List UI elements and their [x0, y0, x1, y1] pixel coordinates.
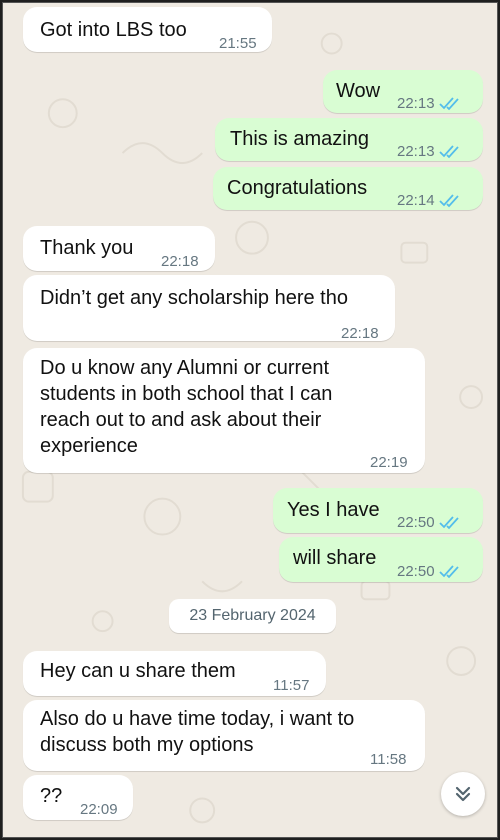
- incoming-message[interactable]: Got into LBS too 21:55: [23, 7, 272, 52]
- double-check-icon: [438, 516, 459, 530]
- scroll-down-button[interactable]: [441, 772, 485, 816]
- message-time: 11:57: [273, 677, 310, 694]
- message-time: 11:58: [370, 751, 407, 768]
- outgoing-message[interactable]: This is amazing 22:13: [215, 118, 483, 161]
- message-time: 22:19: [370, 454, 408, 471]
- message-text: Also do u have time today, i want to dis…: [40, 708, 355, 756]
- message-text: This is amazing: [230, 128, 369, 150]
- incoming-message[interactable]: Thank you 22:18: [23, 226, 215, 271]
- message-text: Yes I have: [287, 499, 380, 521]
- outgoing-message[interactable]: Wow 22:13: [323, 70, 483, 113]
- message-time: 22:50: [397, 559, 461, 585]
- message-time: 22:13: [397, 91, 461, 117]
- outgoing-message[interactable]: Yes I have 22:50: [273, 488, 483, 533]
- date-separator: 23 February 2024: [169, 599, 336, 633]
- message-text: Do u know any Alumni or current students…: [40, 357, 333, 457]
- incoming-message[interactable]: ?? 22:09: [23, 775, 133, 820]
- message-time: 22:50: [397, 510, 461, 536]
- double-check-icon: [438, 565, 459, 579]
- incoming-message[interactable]: Hey can u share them 11:57: [23, 651, 326, 696]
- message-time: 21:55: [219, 35, 257, 52]
- message-text: Hey can u share them: [40, 660, 236, 682]
- message-text: ??: [40, 785, 63, 807]
- message-text: Didn’t get any scholarship here tho: [40, 287, 348, 309]
- message-text: Congratulations: [227, 177, 368, 199]
- double-check-icon: [438, 194, 459, 208]
- outgoing-message[interactable]: will share 22:50: [279, 537, 483, 582]
- message-time: 22:14: [397, 188, 461, 214]
- incoming-message[interactable]: Didn’t get any scholarship here tho 22:1…: [23, 275, 395, 342]
- message-text: Wow: [336, 80, 381, 102]
- incoming-message[interactable]: Do u know any Alumni or current students…: [23, 348, 425, 473]
- double-check-icon: [438, 97, 459, 111]
- incoming-message[interactable]: Also do u have time today, i want to dis…: [23, 700, 425, 771]
- chat-area[interactable]: Got into LBS too 21:55 Wow 22:13 This is…: [2, 2, 498, 838]
- message-time: 22:09: [80, 801, 118, 818]
- message-text: Got into LBS too: [40, 19, 187, 41]
- message-text: Thank you: [40, 237, 134, 259]
- phone-frame: Got into LBS too 21:55 Wow 22:13 This is…: [0, 0, 500, 840]
- double-check-icon: [438, 145, 459, 159]
- message-time: 22:13: [397, 139, 461, 165]
- message-text: will share: [293, 547, 377, 569]
- double-chevron-down-icon: [455, 786, 471, 802]
- message-time: 22:18: [161, 253, 199, 270]
- outgoing-message[interactable]: Congratulations 22:14: [213, 167, 483, 210]
- message-time: 22:18: [341, 325, 379, 342]
